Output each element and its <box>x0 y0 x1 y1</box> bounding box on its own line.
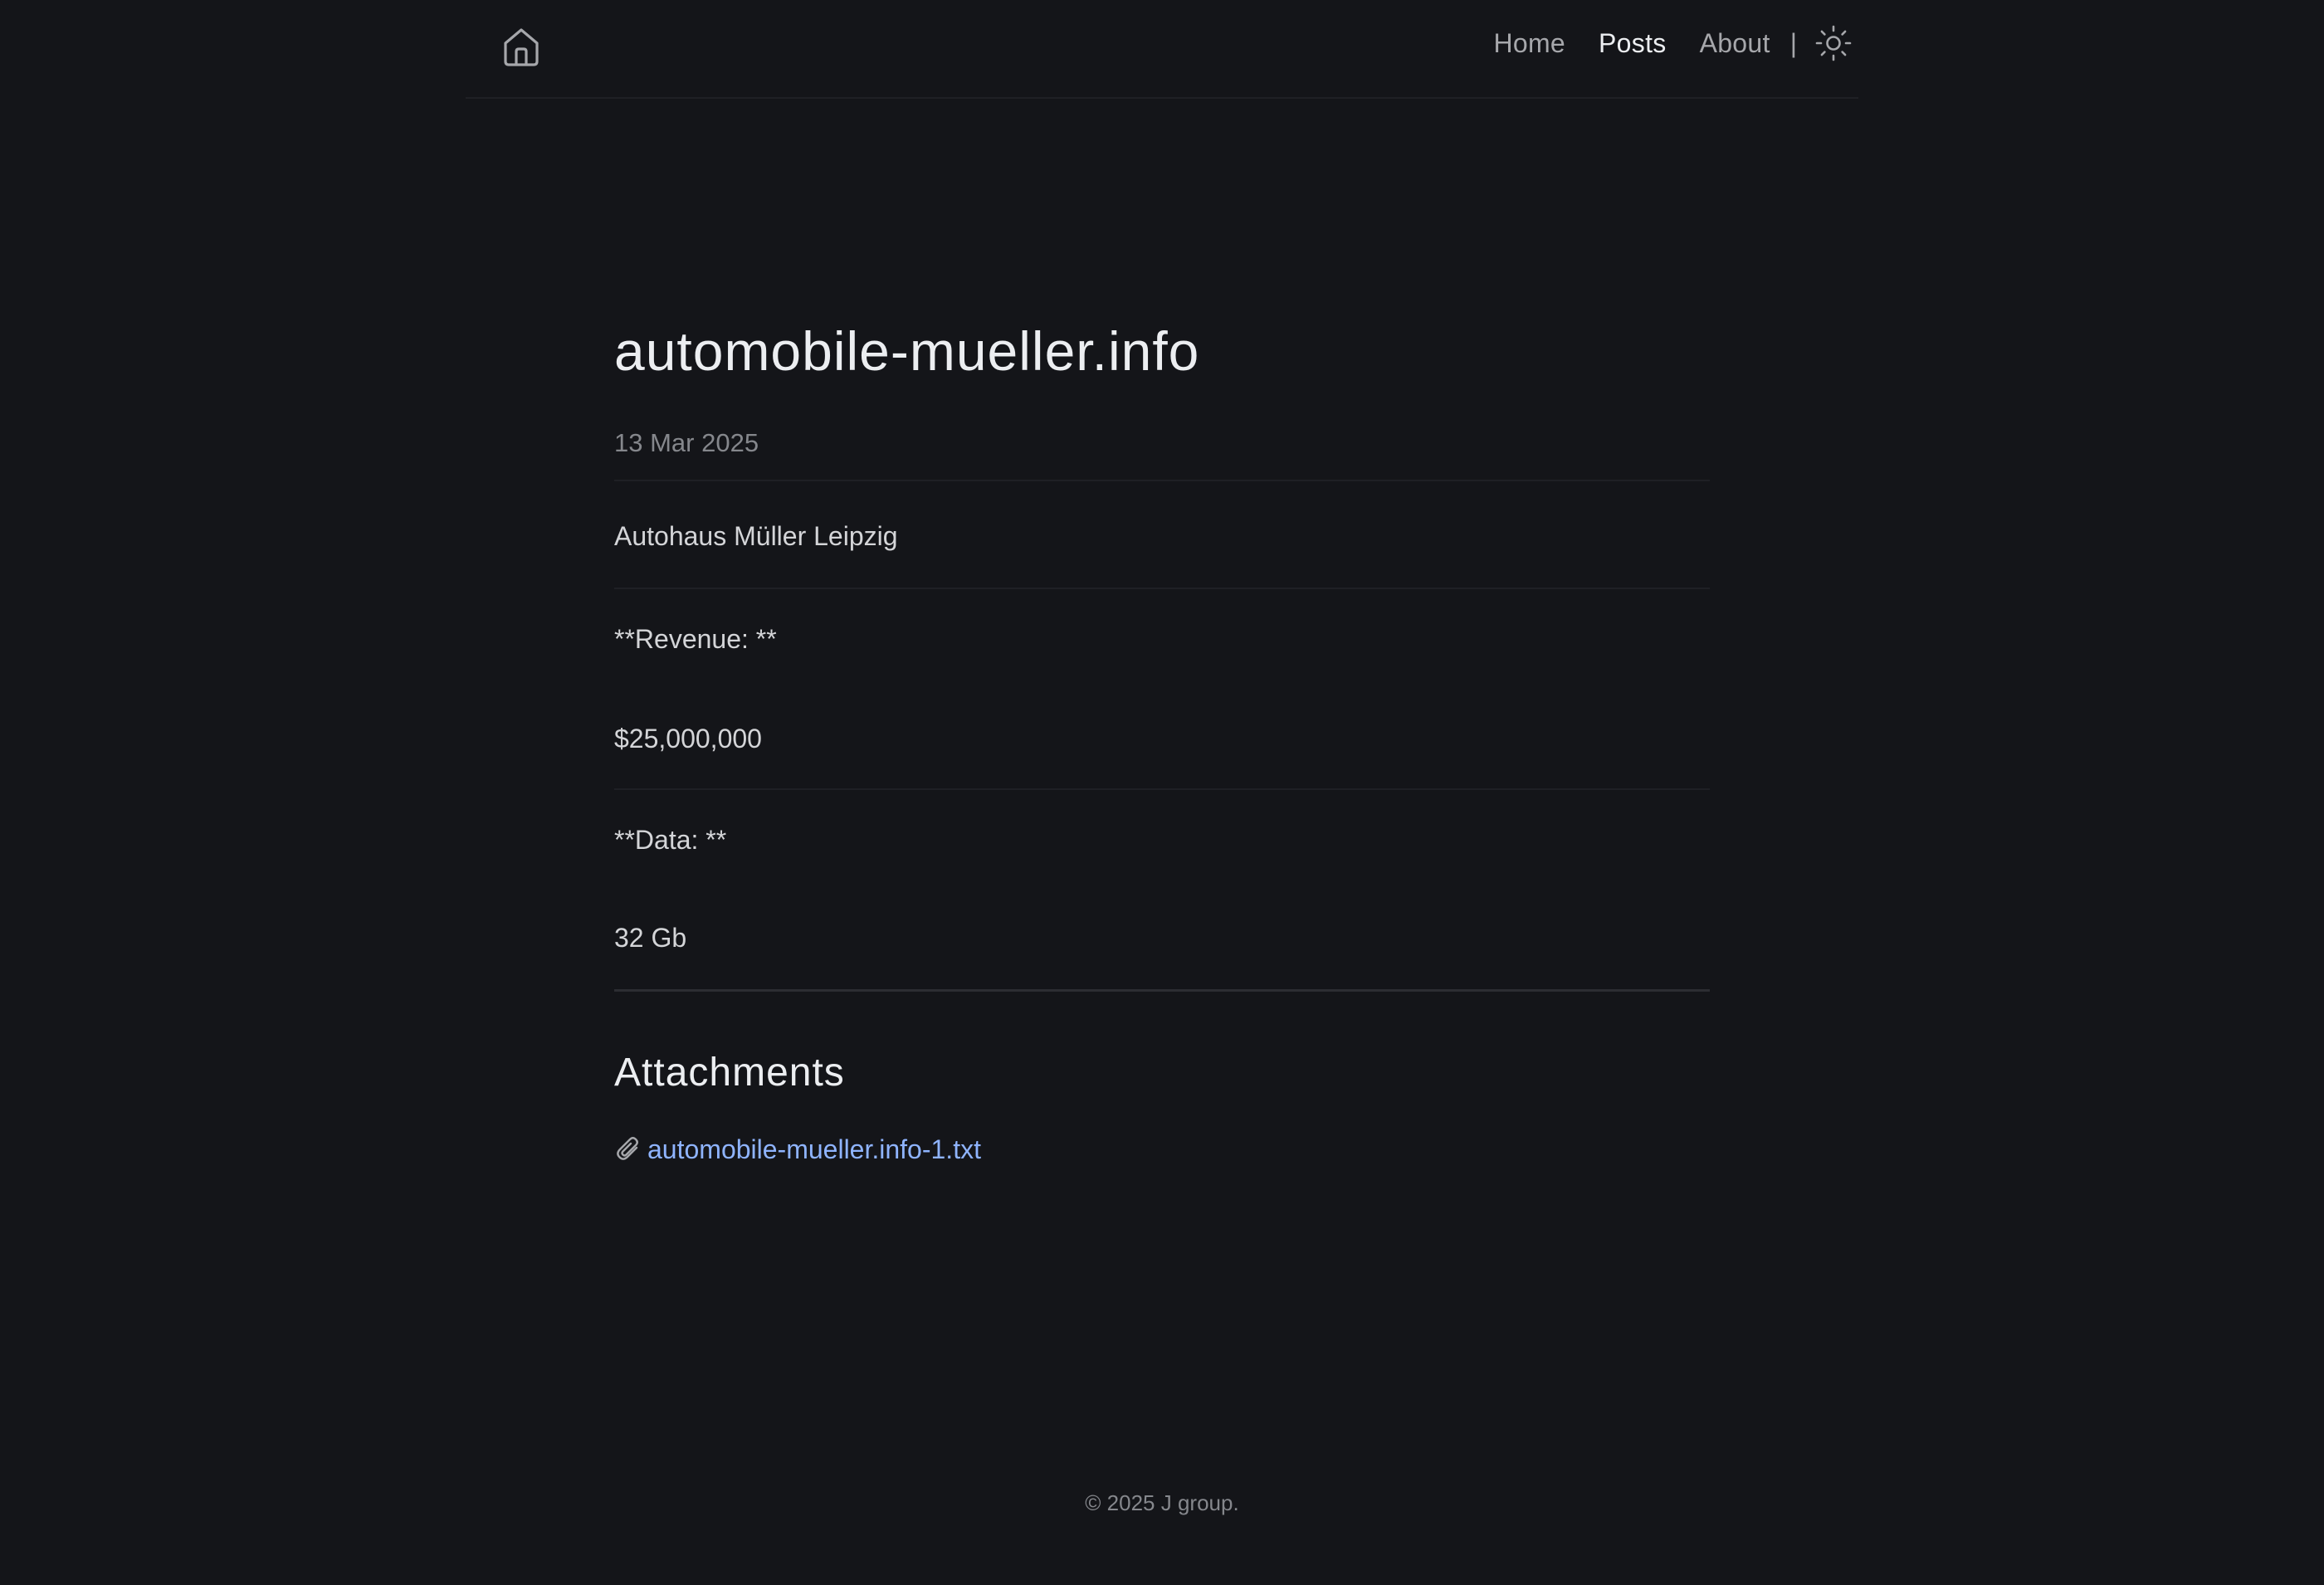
data-label: **Data: ** <box>614 825 727 855</box>
home-icon <box>504 28 539 66</box>
section-divider <box>614 989 1710 992</box>
nav-separator: | <box>1789 27 1797 58</box>
site-header: Home Posts About | <box>466 0 1858 99</box>
nav-home[interactable]: Home <box>1493 28 1565 59</box>
divider <box>614 788 1710 790</box>
company-name: Autohaus Müller Leipzig <box>614 521 898 551</box>
main-nav: Home Posts About | <box>1493 22 1858 65</box>
attachment-item: automobile-mueller.info-1.txt <box>614 1133 1710 1166</box>
divider <box>614 588 1710 589</box>
nav-posts[interactable]: Posts <box>1599 28 1667 59</box>
post-article: automobile-mueller.info 13 Mar 2025 Auto… <box>614 307 1710 1166</box>
home-icon-link[interactable] <box>500 25 542 68</box>
data-value: 32 Gb <box>614 923 687 953</box>
nav-about[interactable]: About <box>1700 28 1770 59</box>
revenue-label: **Revenue: ** <box>614 624 777 654</box>
theme-toggle-button[interactable] <box>1815 25 1852 61</box>
revenue-value: $25,000,000 <box>614 724 762 753</box>
paperclip-icon <box>617 1137 638 1160</box>
attachment-link[interactable]: automobile-mueller.info-1.txt <box>647 1133 981 1166</box>
site-footer: © 2025 J group. <box>1085 1490 1239 1515</box>
sun-icon <box>1815 25 1852 61</box>
divider <box>614 480 1710 481</box>
post-date: 13 Mar 2025 <box>614 428 759 457</box>
attachments-heading: Attachments <box>614 1051 845 1095</box>
post-title: automobile-mueller.info <box>614 320 1200 382</box>
